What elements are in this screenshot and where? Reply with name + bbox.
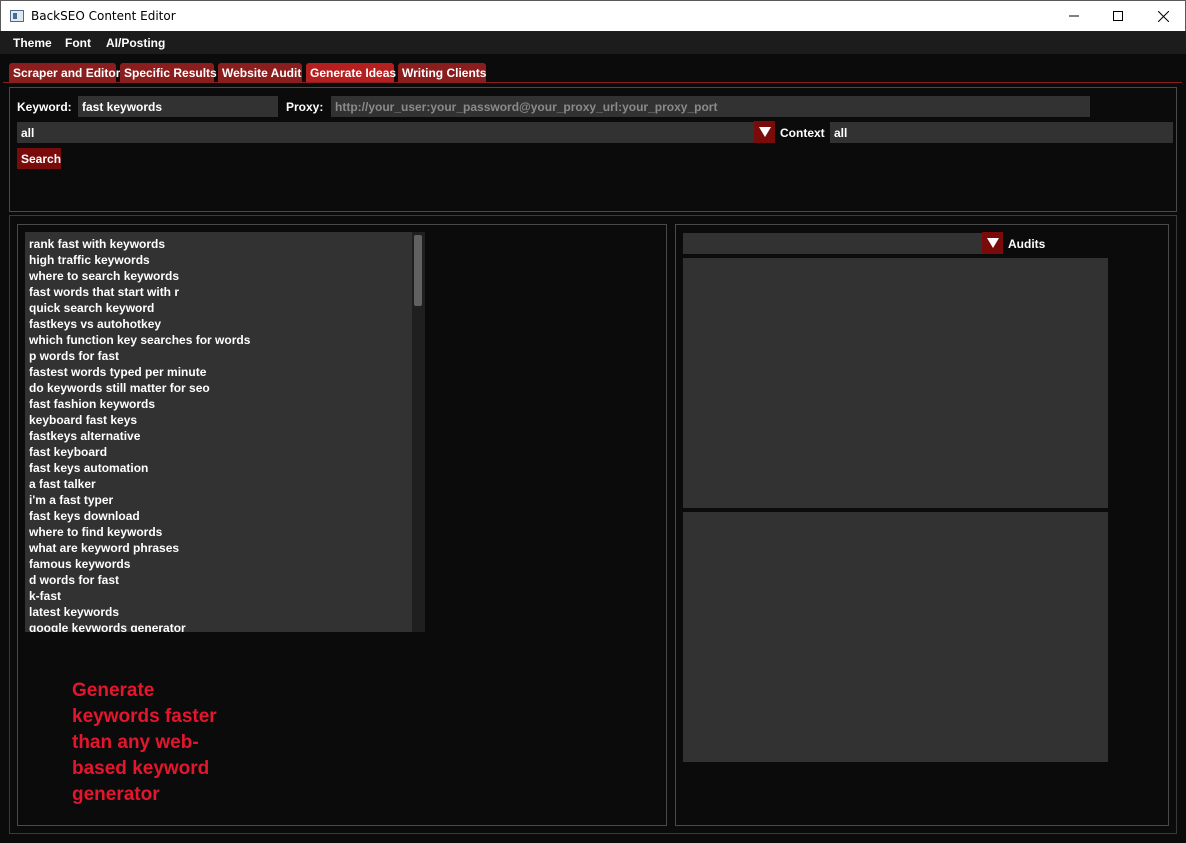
keyword-list-item[interactable]: fast words that start with r [25, 284, 412, 300]
keyword-list-item[interactable]: k-fast [25, 588, 412, 604]
audits-label: Audits [1008, 237, 1046, 251]
close-button[interactable] [1140, 1, 1186, 31]
tab-divider [3, 82, 1182, 83]
keyword-input[interactable]: fast keywords [78, 96, 278, 117]
keyword-list-item[interactable]: latest keywords [25, 604, 412, 620]
keyword-list-item[interactable]: google keywords generator [25, 620, 412, 632]
audits-select[interactable] [683, 233, 982, 254]
context-input[interactable]: all [830, 122, 1173, 143]
maximize-button[interactable] [1095, 1, 1141, 31]
source-select[interactable]: all [17, 122, 754, 143]
keyword-list-item[interactable]: fastkeys vs autohotkey [25, 316, 412, 332]
keyword-list-item[interactable]: what are keyword phrases [25, 540, 412, 556]
app-icon [10, 10, 24, 22]
keyword-list-item[interactable]: p words for fast [25, 348, 412, 364]
proxy-label: Proxy: [286, 100, 324, 114]
keyword-list-item[interactable]: famous keywords [25, 556, 412, 572]
menu-font[interactable]: Font [65, 36, 91, 50]
title-bar: BackSEO Content Editor [0, 0, 1186, 31]
promo-text: Generate keywords faster than any web-ba… [72, 680, 217, 805]
tab-generate-ideas[interactable]: Generate Ideas [306, 63, 396, 82]
keyword-list-item[interactable]: fast keys automation [25, 460, 412, 476]
minimize-button[interactable] [1051, 1, 1097, 31]
close-icon [1157, 10, 1169, 22]
keyword-list-scroll-thumb[interactable] [414, 235, 422, 306]
keyword-list-item[interactable]: fast keyboard [25, 444, 412, 460]
keyword-list-item[interactable]: rank fast with keywords [25, 236, 412, 252]
tab-writing-clients[interactable]: Writing Clients [398, 63, 486, 82]
audit-output-bottom[interactable] [683, 512, 1108, 762]
keyword-list-item[interactable]: where to search keywords [25, 268, 412, 284]
keyword-list-item[interactable]: fast keys download [25, 508, 412, 524]
tab-website-audit[interactable]: Website Audit [218, 63, 302, 82]
keyword-list-item[interactable]: fast fashion keywords [25, 396, 412, 412]
keyword-list-item[interactable]: where to find keywords [25, 524, 412, 540]
maximize-icon [1113, 11, 1123, 21]
tab-specific-results[interactable]: Specific Results [120, 63, 217, 82]
tab-bar: Scraper and Editor Specific Results Webs… [0, 54, 1186, 83]
search-button[interactable]: Search [17, 148, 61, 169]
keyword-label: Keyword: [17, 100, 72, 114]
keyword-list[interactable]: rank fast with keywords high traffic keyw… [25, 232, 412, 632]
keyword-list-item[interactable]: quick search keyword [25, 300, 412, 316]
keyword-list-item[interactable]: a fast talker [25, 476, 412, 492]
chevron-down-icon [986, 238, 999, 248]
audits-dropdown-button[interactable] [982, 232, 1003, 254]
minimize-icon [1069, 15, 1079, 17]
keyword-list-item[interactable]: which function key searches for words [25, 332, 412, 348]
menu-theme[interactable]: Theme [13, 36, 52, 50]
source-dropdown-button[interactable] [754, 121, 775, 143]
keyword-list-item[interactable]: do keywords still matter for seo [25, 380, 412, 396]
window-title: BackSEO Content Editor [31, 9, 176, 23]
menu-ai-posting[interactable]: AI/Posting [106, 36, 165, 50]
context-label: Context [780, 126, 825, 140]
proxy-input[interactable]: http://your_user:your_password@your_prox… [331, 96, 1090, 117]
chevron-down-icon [758, 127, 771, 137]
keyword-list-item[interactable]: d words for fast [25, 572, 412, 588]
keyword-list-item[interactable]: fastest words typed per minute [25, 364, 412, 380]
keyword-list-item[interactable]: fastkeys alternative [25, 428, 412, 444]
keyword-list-item[interactable]: high traffic keywords [25, 252, 412, 268]
tab-scraper-and-editor[interactable]: Scraper and Editor [9, 63, 120, 82]
keyword-list-item[interactable]: keyboard fast keys [25, 412, 412, 428]
menu-bar: Theme Font AI/Posting [0, 31, 1186, 54]
audit-output-top[interactable] [683, 258, 1108, 508]
keyword-list-item[interactable]: i'm a fast typer [25, 492, 412, 508]
